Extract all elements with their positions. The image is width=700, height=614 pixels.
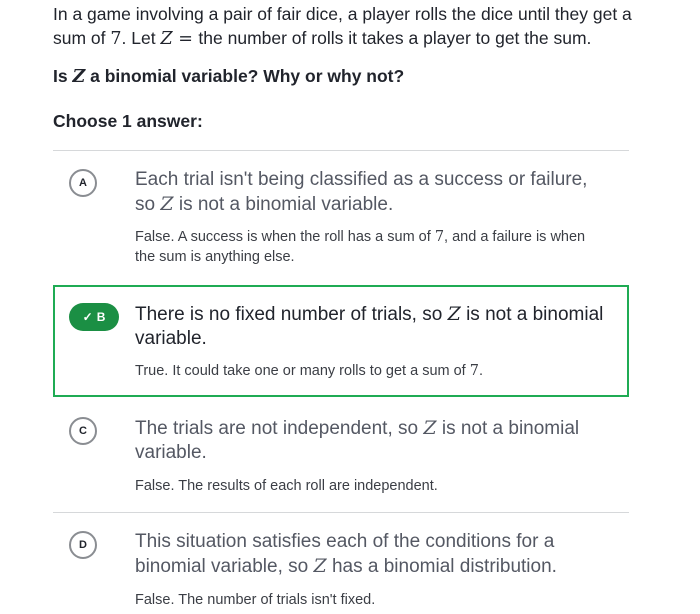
- choice-d-explanation: False. The number of trials isn't fixed.: [135, 592, 376, 608]
- choice-b[interactable]: ✓ B There is no fixed number of trials, s…: [53, 285, 629, 397]
- choice-letter-a: A: [69, 169, 97, 197]
- choice-c[interactable]: C The trials are not independent, so Z i…: [53, 399, 629, 511]
- choose-label: Choose 1 answer:: [53, 111, 203, 131]
- choice-a[interactable]: A Each trial isn't being classified as a…: [53, 151, 629, 285]
- choice-d-text: This situation satisfies each of the con…: [135, 531, 557, 577]
- question-text: In a game involving a pair of fair dice,…: [53, 4, 632, 49]
- choice-d[interactable]: D This situation satisfies each of the c…: [53, 513, 629, 614]
- correct-badge: ✓ B: [69, 303, 119, 331]
- choice-c-explanation: False. The results of each roll are inde…: [135, 478, 438, 494]
- choice-b-text: There is no fixed number of trials, so Z…: [135, 303, 604, 349]
- question-line1: In a game involving a pair of fair dice,…: [53, 4, 632, 24]
- choice-a-text: Each trial isn't being classified as a s…: [135, 169, 588, 215]
- choice-b-explanation: True. It could take one or many rolls to…: [135, 363, 483, 379]
- choice-letter-c: C: [69, 417, 97, 445]
- choice-letter-d: D: [69, 531, 97, 559]
- choice-a-explanation: False. A success is when the roll has a …: [135, 229, 586, 265]
- checkmark-icon: ✓: [82, 310, 93, 324]
- choice-c-text: The trials are not independent, so Z is …: [135, 417, 580, 463]
- question-prompt: Is Z a binomial variable? Why or why not…: [53, 66, 405, 87]
